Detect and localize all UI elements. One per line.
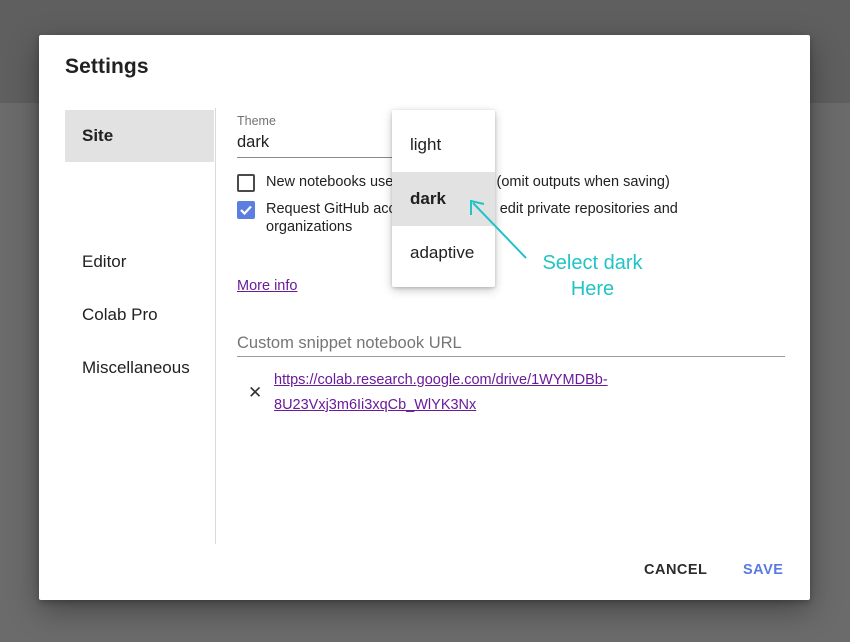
annotation-arrow-icon xyxy=(470,199,527,259)
annotation-line1: Select dark xyxy=(542,252,643,274)
annotation-label: Select dark Here xyxy=(520,250,665,302)
annotation-line2: Here xyxy=(570,278,615,300)
